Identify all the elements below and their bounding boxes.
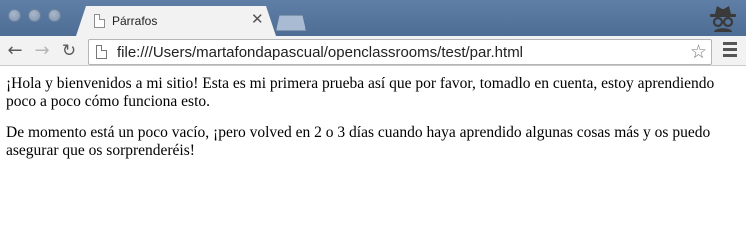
address-bar[interactable]: file:///Users/martafondapascual/openclas… xyxy=(88,39,712,65)
close-window-dot[interactable] xyxy=(8,9,21,22)
title-bar: Párrafos ✕ xyxy=(0,0,746,36)
browser-toolbar: ← → ↻ file:///Users/martafondapascual/op… xyxy=(0,36,746,66)
file-page-icon xyxy=(96,45,107,59)
document-icon xyxy=(94,14,105,28)
new-tab-icon[interactable] xyxy=(276,15,306,31)
reload-icon[interactable]: ↻ xyxy=(59,41,79,61)
minimize-window-dot[interactable] xyxy=(28,9,41,22)
zoom-window-dot[interactable] xyxy=(48,9,61,22)
page-content: ¡Hola y bienvenidos a mi sitio! Esta es … xyxy=(6,75,742,173)
hamburger-menu-icon[interactable] xyxy=(720,42,740,60)
url-text[interactable]: file:///Users/martafondapascual/openclas… xyxy=(117,44,523,61)
back-arrow-icon[interactable]: ← xyxy=(5,41,25,61)
star-icon[interactable]: ☆ xyxy=(690,41,707,63)
paragraph-status: De momento está un poco vacío, ¡pero vol… xyxy=(6,124,711,159)
close-icon[interactable]: ✕ xyxy=(251,12,264,27)
incognito-icon[interactable] xyxy=(707,3,739,33)
paragraph-welcome: ¡Hola y bienvenidos a mi sitio! Esta es … xyxy=(6,75,715,110)
forward-arrow-icon[interactable]: → xyxy=(32,41,52,61)
active-tab[interactable]: Párrafos ✕ xyxy=(76,6,276,36)
tab-title: Párrafos xyxy=(112,14,158,28)
